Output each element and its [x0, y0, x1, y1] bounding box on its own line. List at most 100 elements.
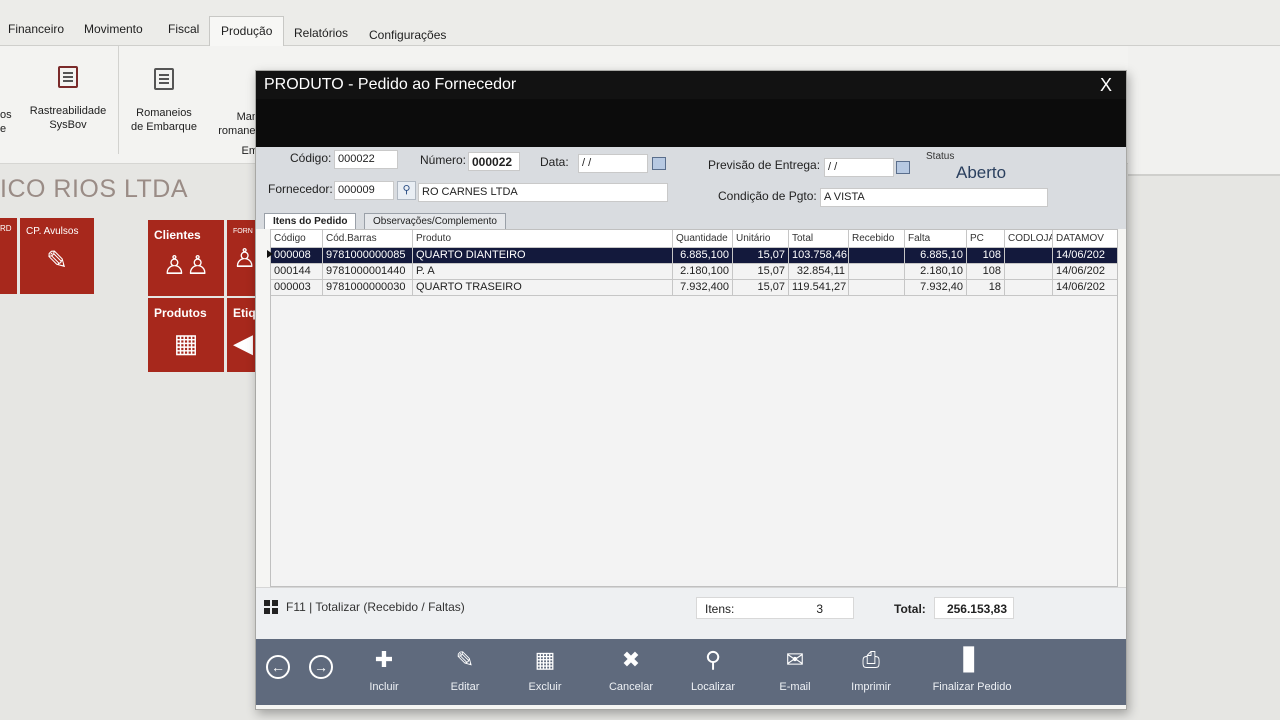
company-name: ICO RIOS LTDA — [0, 175, 189, 203]
cell-datamov: 14/06/202 — [1053, 248, 1117, 264]
condicao-field[interactable]: A VISTA — [820, 188, 1048, 207]
status-value: Aberto — [956, 163, 1007, 182]
cell-codloja — [1005, 280, 1053, 296]
action-toolbar: ← → ✚ Incluir ✎ Editar ▦ Excluir ✖ Cance… — [256, 639, 1126, 705]
itens-label: Itens: — [705, 602, 735, 616]
cell-produto: P. A — [413, 264, 673, 280]
excluir-button[interactable]: ▦ Excluir — [510, 647, 580, 693]
plus-icon: ✚ — [374, 647, 394, 672]
incluir-button[interactable]: ✚ Incluir — [349, 647, 419, 693]
menu-relatorios[interactable]: Relatórios — [294, 26, 348, 40]
column-header[interactable]: Falta — [905, 230, 967, 248]
calendar-icon[interactable] — [652, 157, 666, 170]
data-field[interactable]: / / — [578, 154, 648, 173]
codigo-field[interactable]: 000022 — [334, 150, 398, 169]
cell-codloja — [1005, 264, 1053, 280]
search-icon[interactable]: ⚲ — [397, 181, 416, 200]
column-header[interactable]: Código — [271, 230, 323, 248]
cell-codigo: 000144 — [271, 264, 323, 280]
ribbon-separator — [118, 46, 119, 154]
envelope-icon: ✉ — [785, 647, 805, 672]
menu-financeiro[interactable]: Financeiro — [8, 22, 64, 36]
close-button[interactable]: X — [1100, 75, 1112, 96]
column-header[interactable]: Produto — [413, 230, 673, 248]
next-record-button[interactable]: → — [309, 655, 333, 679]
finalizar-pedido-button[interactable]: ▋ Finalizar Pedido — [924, 647, 1020, 693]
cell-pc: 108 — [967, 264, 1005, 280]
calendar-icon[interactable] — [896, 161, 910, 174]
rastreabilidade-button[interactable]: Rastreabilidade SysBov — [28, 66, 108, 132]
tag-icon: ◀ — [233, 328, 253, 358]
column-header[interactable]: DATAMOV — [1053, 230, 1117, 248]
dialog-title: PRODUTO - Pedido ao Fornecedor — [256, 71, 1126, 99]
tab-itens-do-pedido[interactable]: Itens do Pedido — [264, 213, 357, 229]
romaneios-button[interactable]: Romaneios de Embarque — [126, 68, 202, 134]
previous-record-button[interactable]: ← — [266, 655, 290, 679]
cell-quantidade: 6.885,100 — [673, 248, 733, 264]
itens-value: 3 — [816, 602, 823, 616]
cancel-icon: ✖ — [621, 647, 641, 672]
tile-rd[interactable]: RD — [0, 218, 17, 294]
box-icon: ▦ — [173, 328, 199, 358]
cell-total: 32.854,11 — [789, 264, 849, 280]
cell-produto: QUARTO DIANTEIRO — [413, 248, 673, 264]
rastreabilidade-icon — [58, 66, 78, 88]
cell-produto: QUARTO TRASEIRO — [413, 280, 673, 296]
numero-field[interactable]: 000022 — [468, 152, 520, 171]
tile-produtos[interactable]: Produtos ▦ — [148, 298, 224, 372]
summary-bar: F11 | Totalizar (Recebido / Faltas) Iten… — [256, 587, 1126, 639]
tile-clientes[interactable]: Clientes ♙♙ — [148, 220, 224, 296]
tile-cp-avulsos[interactable]: CP. Avulsos ✎ — [20, 218, 94, 294]
column-header[interactable]: PC — [967, 230, 1005, 248]
menu-movimento[interactable]: Movimento — [84, 22, 143, 36]
cell-unitario: 15,07 — [733, 248, 789, 264]
cell-pc: 108 — [967, 248, 1005, 264]
tab-observacoes[interactable]: Observações/Complemento — [364, 213, 506, 229]
column-header[interactable]: Quantidade — [673, 230, 733, 248]
cell-barras: 9781000000030 — [323, 280, 413, 296]
fornecedor-codigo-field[interactable]: 000009 — [334, 181, 394, 200]
dialog-header-band — [256, 99, 1126, 147]
cell-datamov: 14/06/202 — [1053, 264, 1117, 280]
localizar-button[interactable]: ⚲ Localizar — [678, 647, 748, 693]
user-icon: ♙ — [233, 243, 257, 273]
menu-producao[interactable]: Produção — [209, 16, 285, 46]
cell-recebido — [849, 264, 905, 280]
cell-codigo: 000008 — [271, 248, 323, 264]
menu-configuracoes[interactable]: Configurações — [369, 28, 446, 42]
menu-fiscal[interactable]: Fiscal — [168, 22, 199, 36]
column-header[interactable]: Unitário — [733, 230, 789, 248]
menu-bar: Financeiro Movimento Fiscal Produção Rel… — [0, 0, 1280, 46]
table-row[interactable]: 000008 9781000000085 QUARTO DIANTEIRO 6.… — [271, 248, 1117, 264]
email-button[interactable]: ✉ E-mail — [760, 647, 830, 693]
previsao-field[interactable]: / / — [824, 158, 894, 177]
fornecedor-nome-field: RO CARNES LTDA — [418, 183, 668, 202]
table-row[interactable]: 000144 9781000001440 P. A 2.180,100 15,0… — [271, 264, 1117, 280]
current-row-arrow-icon — [267, 250, 273, 258]
totalizar-link[interactable]: F11 | Totalizar (Recebido / Faltas) — [286, 600, 465, 614]
total-value: 256.153,83 — [934, 597, 1014, 619]
tile-forn[interactable]: FORN ♙ — [227, 220, 257, 296]
background-panel — [1128, 46, 1280, 176]
column-header[interactable]: Total — [789, 230, 849, 248]
grid-icon — [264, 600, 278, 614]
cancelar-button[interactable]: ✖ Cancelar — [596, 647, 666, 693]
editar-button[interactable]: ✎ Editar — [430, 647, 500, 693]
column-header[interactable]: Cód.Barras — [323, 230, 413, 248]
cell-recebido — [849, 248, 905, 264]
codigo-label: Código: — [290, 151, 332, 165]
cell-quantidade: 7.932,400 — [673, 280, 733, 296]
imprimir-button[interactable]: ⎙ Imprimir — [836, 647, 906, 693]
data-label: Data: — [540, 155, 569, 169]
document-icon — [154, 68, 174, 90]
column-header[interactable]: Recebido — [849, 230, 905, 248]
cell-quantidade: 2.180,100 — [673, 264, 733, 280]
numero-label: Número: — [420, 153, 467, 167]
search-icon: ⚲ — [704, 647, 722, 672]
table-row[interactable]: 000003 9781000000030 QUARTO TRASEIRO 7.9… — [271, 280, 1117, 296]
column-header[interactable]: CODLOJA — [1005, 230, 1053, 248]
ribbon-partial-left[interactable]: os e — [0, 108, 12, 136]
tile-etiquetas[interactable]: Etiq ◀ — [227, 298, 257, 372]
ribbon-partial-right[interactable]: Man romanei Em — [214, 110, 258, 158]
cell-codigo: 000003 — [271, 280, 323, 296]
